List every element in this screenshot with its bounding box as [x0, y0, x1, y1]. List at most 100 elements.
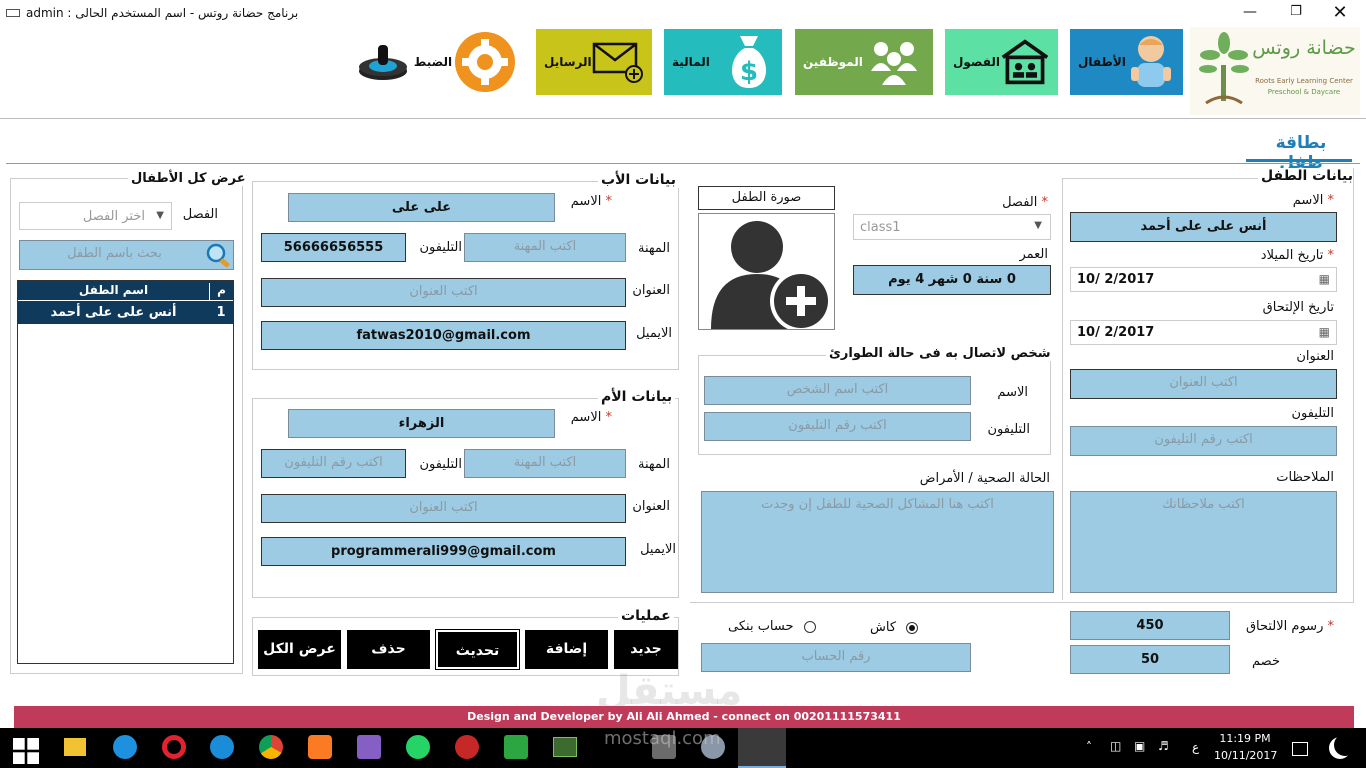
discount-input[interactable]: 50 — [1070, 645, 1230, 674]
list-title: عرض كل الأطفال — [128, 171, 249, 186]
chevron-up-icon[interactable]: ˄ — [1086, 740, 1092, 754]
nav-finance[interactable]: المالية $ — [664, 29, 782, 95]
window-title: برنامج حضانة روتس - اسم المستخدم الحالى … — [26, 6, 299, 20]
moon-icon[interactable] — [1334, 734, 1356, 756]
action-center-icon[interactable] — [1292, 742, 1308, 756]
camtasia-icon[interactable] — [504, 735, 528, 759]
nav-classes-label: الفصول — [953, 55, 1001, 69]
mother-name-input[interactable]: الزهراء — [288, 409, 555, 438]
download-manager-icon[interactable] — [455, 735, 479, 759]
content-divider — [6, 163, 1360, 164]
baby-icon — [1131, 36, 1171, 87]
mother-address-input[interactable]: اكتب العنوان — [261, 494, 626, 523]
nav-settings[interactable]: الضبط — [346, 29, 524, 95]
children-table: م اسم الطفل 1 أنس على على أحمد — [17, 280, 234, 664]
teamviewer-icon[interactable] — [210, 735, 234, 759]
father-address-label: العنوان — [632, 283, 670, 298]
volume-icon[interactable]: ♬ — [1158, 739, 1169, 753]
close-button[interactable]: ✕ — [1326, 2, 1354, 23]
father-phone-input[interactable]: 56666656555 — [261, 233, 406, 262]
show-all-button[interactable]: عرض الكل — [258, 630, 341, 669]
app-icon — [6, 9, 20, 17]
mother-name-label: * الاسم — [570, 410, 612, 425]
list-class-label: الفصل — [182, 207, 218, 222]
chrome-icon[interactable] — [259, 735, 283, 759]
svg-text:$: $ — [740, 57, 758, 87]
radio-selected-icon — [906, 621, 919, 634]
add-button[interactable]: إضافة — [525, 630, 608, 669]
page-title-underline — [1246, 159, 1352, 162]
father-phone-label: التليفون — [419, 240, 462, 255]
xampp-icon[interactable] — [308, 735, 332, 759]
logo-sub1: Roots Early Learning Center — [1255, 77, 1353, 85]
operations-title: عمليات — [618, 608, 674, 624]
clock-time[interactable]: 11:19 PM — [1214, 732, 1276, 745]
file-explorer-icon[interactable] — [64, 738, 86, 756]
father-job-label: المهنة — [638, 241, 670, 256]
father-job-input[interactable]: اكتب المهنة — [464, 233, 626, 262]
mother-job-input[interactable]: اكتب المهنة — [464, 449, 626, 478]
nav-classes[interactable]: الفصول — [945, 29, 1058, 95]
mother-email-label: الايميل — [640, 542, 676, 557]
fee-label: * رسوم الالتحاق — [1245, 619, 1334, 634]
footer-text: Design and Developer by Ali Ali Ahmed - … — [467, 710, 901, 723]
language-indicator[interactable]: ع — [1192, 740, 1199, 754]
fee-input[interactable]: 450 — [1070, 611, 1230, 640]
power-icon — [359, 45, 407, 80]
people-icon — [871, 42, 917, 85]
clock-date[interactable]: 10/11/2017 — [1214, 749, 1277, 762]
whatsapp-icon[interactable] — [406, 735, 430, 759]
row-name: أنس على على أحمد — [50, 305, 177, 320]
father-name-input[interactable]: على على — [288, 193, 555, 222]
logo-sub2: Preschool & Daycare — [1267, 88, 1341, 96]
list-class-select[interactable]: اختر الفصل ▼ — [19, 202, 172, 230]
nav-employees-label: الموظفين — [803, 55, 863, 69]
notification-tray-icon[interactable]: ▣ — [1134, 739, 1145, 753]
list-class-select-value: اختر الفصل — [82, 209, 145, 224]
table-row[interactable]: 1 أنس على على أحمد — [18, 301, 233, 324]
nav-messages[interactable]: الرسايل — [536, 29, 652, 95]
minimize-button[interactable]: — — [1236, 4, 1264, 22]
father-name-label: * الاسم — [570, 194, 612, 209]
windows-start-icon[interactable] — [13, 738, 39, 764]
right-panel-frame — [690, 168, 1354, 603]
mother-job-label: المهنة — [638, 457, 670, 472]
update-button[interactable]: تحديث — [435, 629, 520, 670]
mother-email-input[interactable]: programmerali999@gmail.com — [261, 537, 626, 566]
father-name-label-text: الاسم — [570, 194, 602, 209]
discount-label: خصم — [1252, 654, 1280, 669]
col-num-header: م — [209, 283, 233, 300]
logo-name: حضانة روتس — [1252, 37, 1356, 59]
table-header: م اسم الطفل — [18, 281, 233, 300]
nav-settings-label: الضبط — [413, 55, 453, 69]
maximize-button[interactable]: ❐ — [1282, 4, 1310, 22]
nav-children-label: الأطفال — [1078, 55, 1126, 69]
radio-unselected-icon — [803, 620, 816, 633]
cash-radio[interactable]: كاش — [870, 620, 919, 635]
app-window-icon[interactable] — [553, 737, 577, 757]
row-num: 1 — [216, 305, 226, 320]
cash-label: كاش — [870, 620, 897, 635]
opera-icon[interactable] — [162, 735, 186, 759]
title-bar: برنامج حضانة روتس - اسم المستخدم الحالى … — [0, 0, 1366, 27]
mother-section-title: بيانات الأم — [598, 389, 676, 405]
father-email-label: الايميل — [636, 326, 672, 341]
list-search-input[interactable]: بحث باسم الطفل — [19, 240, 234, 270]
bank-radio[interactable]: حساب بنكى — [728, 619, 816, 634]
edge-icon[interactable] — [113, 735, 137, 759]
chevron-down-icon: ▼ — [156, 210, 164, 221]
new-button[interactable]: جديد — [614, 630, 678, 669]
mother-phone-input[interactable]: اكتب رقم التليفون — [261, 449, 406, 478]
fee-label-text: رسوم الالتحاق — [1245, 619, 1324, 634]
visual-studio-icon[interactable] — [357, 735, 381, 759]
delete-button[interactable]: حذف — [347, 630, 430, 669]
father-email-input[interactable]: fatwas2010@gmail.com — [261, 321, 626, 350]
mother-name-label-text: الاسم — [570, 410, 602, 425]
nav-employees[interactable]: الموظفين — [795, 29, 933, 95]
watermark-url: mostaql.com — [604, 728, 721, 749]
father-section-title: بيانات الأب — [598, 172, 679, 188]
network-icon[interactable]: ◫ — [1110, 739, 1121, 753]
father-address-input[interactable]: اكتب العنوان — [261, 278, 626, 307]
nursery-app-taskbar-icon[interactable] — [738, 728, 786, 768]
nav-children[interactable]: الأطفال — [1070, 29, 1183, 95]
